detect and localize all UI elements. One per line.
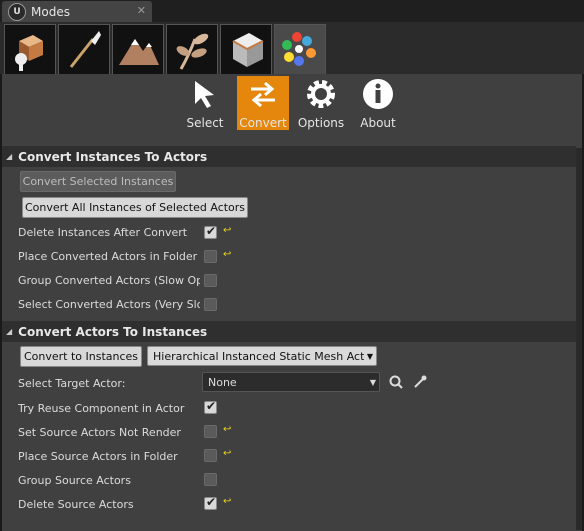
tool-row: Select Convert Options About [2,74,582,138]
prop-label: Group Source Actors [18,474,131,487]
convert-arrows-icon [251,81,275,108]
prop-label: Select Converted Actors (Very Slow) [18,298,200,311]
chevron-down-icon: ▼ [369,377,377,387]
foliage-mode-button[interactable] [166,24,218,74]
unreal-logo-icon: U [8,2,26,21]
section-title: Convert Instances To Actors [18,149,208,164]
place-mode-button[interactable] [4,24,56,74]
prop-label: Delete Instances After Convert [18,226,188,239]
target-actor-dropdown[interactable]: None ▼ [202,372,380,392]
gear-icon [307,80,335,108]
tool-label: Convert [239,116,287,130]
landscape-mode-button[interactable] [112,24,164,74]
modes-tab[interactable]: U Modes ✕ [2,1,152,22]
tool-options[interactable]: Options [295,76,347,130]
component-type-dropdown[interactable]: Hierarchical Instanced Static Mesh Actor… [147,346,377,366]
paint-mode-button[interactable] [58,24,110,74]
prop-label: Group Converted Actors (Slow Operation) [18,274,200,287]
tab-title: Modes [31,4,70,19]
geometry-mode-button[interactable] [220,24,272,74]
group-source-actors-checkbox[interactable] [204,473,217,486]
reset-default-icon[interactable]: ↩ [223,249,231,260]
place-source-folder-checkbox[interactable] [204,449,217,462]
prop-label: Select Target Actor: [18,377,126,390]
extension-mode-button[interactable] [274,24,326,74]
section-header-instances-to-actors[interactable]: ◢ Convert Instances To Actors [2,146,576,167]
reset-default-icon[interactable]: ↩ [223,225,231,236]
reset-default-icon[interactable]: ↩ [223,424,231,435]
prop-label: Delete Source Actors [18,498,134,511]
landscape-icon [119,39,159,65]
mode-toolbar [0,22,584,74]
geometry-icon [232,33,264,67]
dropdown-value: Hierarchical Instanced Static Mesh Actor [153,349,364,363]
delete-instances-checkbox[interactable]: ✔ [204,224,217,239]
paint-icon [69,31,101,68]
scrollbar[interactable] [576,148,582,530]
close-icon[interactable]: ✕ [137,4,146,17]
window-titlebar: U Modes ✕ [0,0,584,22]
prop-label: Set Source Actors Not Render [18,426,181,439]
tool-convert[interactable]: Convert [237,76,289,130]
tool-label: Options [297,116,345,130]
prop-label: Try Reuse Component in Actor [18,402,185,415]
extension-icon [282,32,316,66]
convert-selected-instances-button[interactable]: Convert Selected Instances [20,171,176,192]
delete-source-actors-checkbox[interactable]: ✔ [204,495,217,510]
reset-default-icon[interactable]: ↩ [223,496,231,507]
tool-label: About [360,116,396,130]
tool-about[interactable]: About [352,76,404,130]
section-header-actors-to-instances[interactable]: ◢ Convert Actors To Instances [2,321,576,342]
check-icon: ✔ [206,224,217,238]
place-icon [15,35,43,71]
collapse-arrow-icon: ◢ [6,327,13,336]
eyedropper-icon[interactable] [412,374,428,390]
set-source-not-render-checkbox[interactable] [204,425,217,438]
place-converted-folder-checkbox[interactable] [204,250,217,263]
info-icon [363,79,393,109]
group-converted-checkbox[interactable] [204,274,217,287]
check-icon: ✔ [206,399,217,413]
mode-panel: Select Convert Options About ◢ Convert I… [2,74,582,531]
chevron-down-icon: ▼ [366,351,374,361]
convert-all-instances-button[interactable]: Convert All Instances of Selected Actors [22,197,248,218]
reset-default-icon[interactable]: ↩ [223,448,231,459]
prop-label: Place Source Actors in Folder [18,450,178,463]
check-icon: ✔ [206,495,217,509]
prop-label: Place Converted Actors in Folder [18,250,198,263]
try-reuse-component-checkbox[interactable]: ✔ [204,399,217,414]
foliage-icon [176,33,209,70]
select-converted-checkbox[interactable] [204,298,217,311]
cursor-icon [195,81,214,108]
convert-to-instances-button[interactable]: Convert to Instances [20,346,142,367]
section-title: Convert Actors To Instances [18,324,208,339]
dropdown-value: None [208,375,237,389]
tool-select[interactable]: Select [179,76,231,130]
collapse-arrow-icon: ◢ [6,152,13,161]
search-icon[interactable] [388,374,404,390]
tool-label: Select [186,116,224,130]
